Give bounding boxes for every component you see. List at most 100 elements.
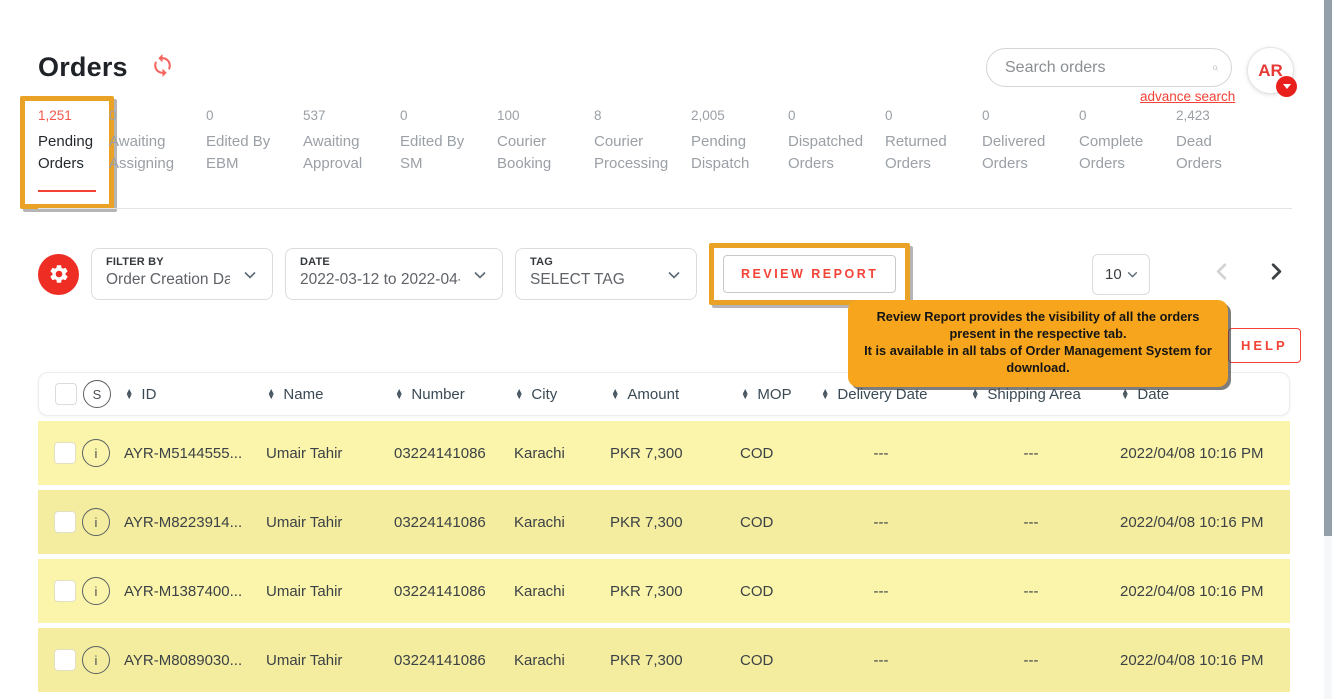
filter-by-dropdown[interactable]: FILTER BY Order Creation Date (91, 248, 273, 300)
tab-label: Dispatched Orders (788, 131, 872, 175)
tab-count: 0 (109, 108, 193, 123)
sort-icon[interactable] (515, 389, 523, 400)
row-info-icon[interactable]: i (82, 439, 110, 467)
tab-delivered-orders[interactable]: 0 Delivered Orders (982, 108, 1066, 192)
cell-name: Umair Tahir (266, 445, 394, 462)
column-header-label: Shipping Area (987, 386, 1080, 403)
cell-amount: PKR 7,300 (610, 445, 740, 462)
column-header[interactable]: Number (395, 386, 515, 403)
chevron-down-icon (470, 265, 490, 290)
column-header[interactable]: MOP (741, 386, 821, 403)
tab-count: 537 (303, 108, 387, 123)
row-checkbox[interactable] (54, 580, 76, 602)
select-all-checkbox[interactable] (55, 383, 77, 405)
tab-dispatched-orders[interactable]: 0 Dispatched Orders (788, 108, 872, 192)
cell-mop: COD (740, 652, 820, 669)
status-s-icon[interactable]: S (83, 380, 111, 408)
avatar-chevron-down-icon[interactable] (1276, 76, 1297, 97)
tab-courier-processing[interactable]: 8 Courier Processing (594, 108, 678, 192)
gear-icon (48, 263, 70, 285)
tab-count: 0 (1079, 108, 1163, 123)
tab-label: Pending Orders (38, 131, 96, 175)
avatar[interactable]: AR (1247, 47, 1294, 94)
tab-awaiting-approval[interactable]: 537 Awaiting Approval (303, 108, 387, 192)
sort-icon[interactable] (821, 389, 829, 400)
tab-label: Returned Orders (885, 131, 969, 175)
sort-icon[interactable] (125, 389, 133, 400)
cell-date: 2022/04/08 10:16 PM (1120, 445, 1274, 462)
page-size-dropdown[interactable]: 10 (1092, 254, 1150, 295)
sort-icon[interactable] (741, 389, 749, 400)
column-header-label: Delivery Date (837, 386, 927, 403)
row-checkbox[interactable] (54, 442, 76, 464)
sort-icon[interactable] (971, 389, 979, 400)
cell-date: 2022/04/08 10:16 PM (1120, 583, 1274, 600)
tab-awaiting-assigning[interactable]: 0 Awaiting Assigning (109, 108, 193, 192)
settings-button[interactable] (38, 254, 79, 295)
table-row: i AYR-M8089030...Umair Tahir03224141086K… (38, 628, 1290, 692)
tag-dropdown[interactable]: TAG SELECT TAG (515, 248, 697, 300)
tab-count: 0 (400, 108, 484, 123)
refresh-icon[interactable] (150, 53, 175, 83)
tab-divider (38, 208, 1292, 209)
tab-edited-by-sm[interactable]: 0 Edited By SM (400, 108, 484, 192)
cell-id: AYR-M8089030... (124, 652, 266, 669)
column-header[interactable]: Shipping Area (971, 386, 1121, 403)
cell-shipping_area: --- (970, 583, 1120, 600)
tab-pending-orders[interactable]: 1,251 Pending Orders (20, 96, 114, 209)
tab-bar: 1,251 Pending Orders 0 Awaiting Assignin… (38, 108, 1292, 192)
column-header[interactable]: City (515, 386, 611, 403)
cell-city: Karachi (514, 652, 610, 669)
previous-page-button[interactable] (1208, 258, 1235, 290)
chevron-down-icon (240, 265, 260, 290)
column-header[interactable]: Date (1121, 386, 1273, 403)
column-header[interactable]: Amount (611, 386, 741, 403)
title-row: Orders (38, 52, 175, 83)
sort-icon[interactable] (611, 389, 619, 400)
tab-courier-booking[interactable]: 100 Courier Booking (497, 108, 581, 192)
tag-value: SELECT TAG (530, 271, 654, 289)
row-info-icon[interactable]: i (82, 577, 110, 605)
cell-delivery_date: --- (820, 583, 970, 600)
column-header[interactable]: Name (267, 386, 395, 403)
review-report-button[interactable]: REVIEW REPORT (723, 255, 896, 293)
cell-name: Umair Tahir (266, 652, 394, 669)
cell-amount: PKR 7,300 (610, 514, 740, 531)
tab-edited-by-ebm[interactable]: 0 Edited By EBM (206, 108, 290, 192)
tab-count: 0 (788, 108, 872, 123)
cell-mop: COD (740, 583, 820, 600)
column-header-label: Amount (627, 386, 679, 403)
column-header-label: ID (141, 386, 156, 403)
tab-pending-dispatch[interactable]: 2,005 Pending Dispatch (691, 108, 775, 192)
row-info-icon[interactable]: i (82, 646, 110, 674)
sort-icon[interactable] (267, 389, 275, 400)
advance-search-link[interactable]: advance search (1140, 89, 1235, 104)
review-report-highlight-box: REVIEW REPORT (709, 243, 910, 305)
cell-shipping_area: --- (970, 445, 1120, 462)
search-input[interactable] (1005, 59, 1212, 77)
sort-icon[interactable] (395, 389, 403, 400)
cell-name: Umair Tahir (266, 583, 394, 600)
tab-returned-orders[interactable]: 0 Returned Orders (885, 108, 969, 192)
filter-by-value: Order Creation Date (106, 271, 230, 289)
row-info-icon[interactable]: i (82, 508, 110, 536)
next-page-button[interactable] (1263, 258, 1290, 290)
cell-date: 2022/04/08 10:16 PM (1120, 652, 1274, 669)
column-header[interactable]: ID (125, 386, 267, 403)
help-button[interactable]: HELP (1228, 328, 1301, 363)
cell-id: AYR-M8223914... (124, 514, 266, 531)
sort-icon[interactable] (1121, 389, 1129, 400)
row-checkbox[interactable] (54, 649, 76, 671)
column-header[interactable]: Delivery Date (821, 386, 971, 403)
date-range-dropdown[interactable]: DATE 2022-03-12 to 2022-04-10 (285, 248, 503, 300)
cell-date: 2022/04/08 10:16 PM (1120, 514, 1274, 531)
tab-complete-orders[interactable]: 0 Complete Orders (1079, 108, 1163, 192)
scrollbar-thumb[interactable] (1324, 0, 1332, 536)
tab-dead-orders[interactable]: 2,423 Dead Orders (1176, 108, 1260, 192)
chevron-down-icon (664, 265, 684, 290)
tab-count: 0 (206, 108, 290, 123)
page-title: Orders (38, 52, 128, 83)
row-checkbox[interactable] (54, 511, 76, 533)
cell-number: 03224141086 (394, 445, 514, 462)
search-icon[interactable] (1212, 56, 1219, 80)
